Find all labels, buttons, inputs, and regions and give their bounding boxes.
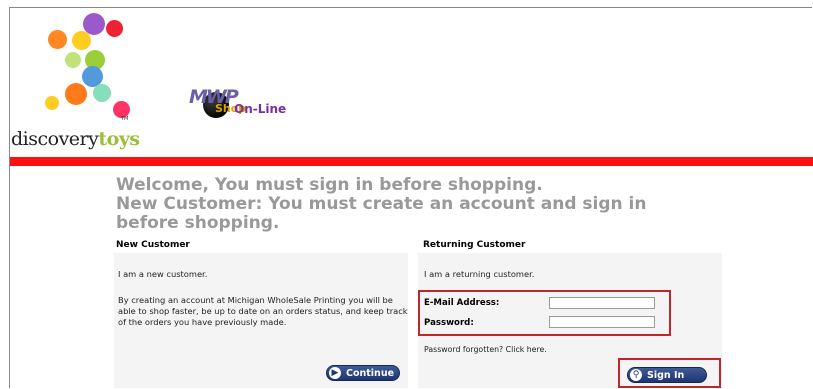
mwp-online-text: On-Line [234,102,287,116]
logo-dot [65,83,87,105]
logo-dot [93,84,111,102]
continue-button-label: Continue [346,368,395,379]
logo-dot [65,52,81,68]
discovery-toys-wordmark: discoverytoys [11,128,140,150]
wordmark-part1: discovery [11,128,99,150]
logo-dot [72,31,91,50]
new-customer-description: By creating an account at Michigan Whole… [118,295,408,327]
sign-in-button[interactable]: ⚲ Sign In [627,367,707,383]
page-headline: Welcome, You must sign in before shoppin… [116,176,676,233]
headline-line2: New Customer: You must create an account… [116,194,647,233]
mwp-shop-online-logo[interactable]: MWP Shop On-Line [189,86,309,126]
sign-in-button-label: Sign In [647,370,685,381]
email-label: E-Mail Address: [424,298,500,308]
password-label: Password: [424,318,474,328]
header-divider-bar [10,157,813,166]
wordmark-part2: toys [98,128,140,150]
arrow-right-icon: ▶ [329,367,341,379]
password-forgotten-link[interactable]: Password forgotten? Click here. [424,345,547,354]
continue-button[interactable]: ▶ Continue [326,365,400,381]
new-customer-intro: I am a new customer. [118,269,208,279]
logo-dot [48,30,67,49]
password-input[interactable] [549,316,655,328]
returning-customer-title: Returning Customer [423,240,526,250]
key-icon: ⚲ [630,369,642,381]
returning-customer-intro: I am a returning customer. [424,269,535,279]
email-input[interactable] [549,297,655,309]
logo-dot [106,20,123,37]
trademark-mark: TM [121,116,129,122]
new-customer-title: New Customer [116,240,190,250]
logo-dot [45,96,59,110]
headline-line1: Welcome, You must sign in before shoppin… [116,175,543,195]
